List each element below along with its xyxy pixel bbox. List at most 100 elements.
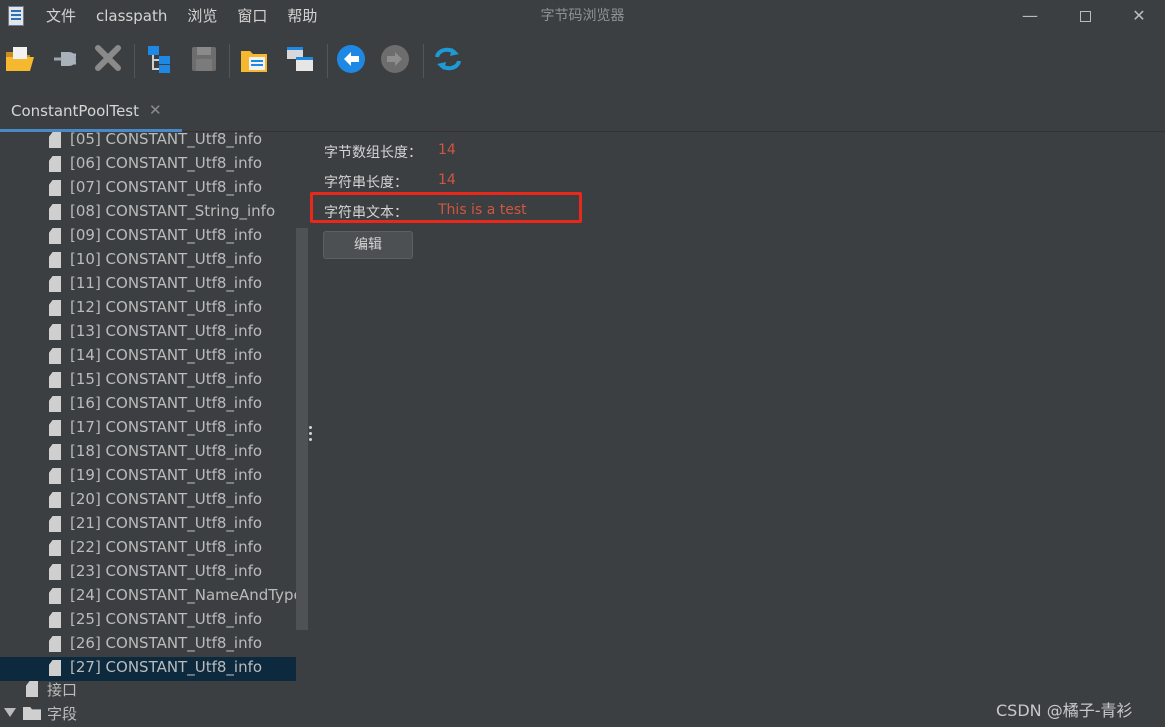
tree-node-constant[interactable]: [23] CONSTANT_Utf8_info <box>0 561 296 585</box>
tree-node-label: [27] CONSTANT_Utf8_info <box>70 658 263 676</box>
document-icon <box>49 444 61 460</box>
string-length-value: 14 <box>438 172 456 188</box>
back-button[interactable] <box>333 40 369 80</box>
document-icon <box>49 180 61 196</box>
tree-node-constant[interactable]: [20] CONSTANT_Utf8_info <box>0 489 296 513</box>
tree-hierarchy-button[interactable] <box>142 40 178 80</box>
tree-node-label: [17] CONSTANT_Utf8_info <box>70 418 263 436</box>
tree-node-constant[interactable]: [15] CONSTANT_Utf8_info <box>0 369 296 393</box>
back-arrow-icon <box>337 45 365 73</box>
folder-icon <box>23 707 41 720</box>
document-icon <box>26 681 38 697</box>
tree-node-constant[interactable]: [11] CONSTANT_Utf8_info <box>0 273 296 297</box>
open-file-button[interactable] <box>237 40 273 80</box>
tree-node-constant[interactable]: [06] CONSTANT_Utf8_info <box>0 153 296 177</box>
editor-tab-bar: ConstantPoolTest ✕ <box>0 92 1165 132</box>
document-icon <box>49 492 61 508</box>
tree-node-label: [13] CONSTANT_Utf8_info <box>70 322 263 340</box>
plugin-connect-button[interactable] <box>46 40 82 80</box>
tree-node-label: [22] CONSTANT_Utf8_info <box>70 538 263 556</box>
tree-node-constant[interactable]: [17] CONSTANT_Utf8_info <box>0 417 296 441</box>
close-window-button[interactable]: ✕ <box>1116 0 1162 32</box>
tree-node-label: [19] CONSTANT_Utf8_info <box>70 466 263 484</box>
expand-arrow-icon[interactable] <box>4 708 16 717</box>
tree-node-interfaces[interactable]: 接口 <box>0 678 296 702</box>
close-x-icon <box>95 45 121 71</box>
edit-button[interactable]: 编辑 <box>323 231 413 259</box>
tree-node-constant[interactable]: [05] CONSTANT_Utf8_info <box>0 132 296 153</box>
tree-node-constant[interactable]: [14] CONSTANT_Utf8_info <box>0 345 296 369</box>
tree-hierarchy-icon <box>148 46 170 73</box>
tree-node-constant[interactable]: [07] CONSTANT_Utf8_info <box>0 177 296 201</box>
title-bar: 文件 classpath 浏览 窗口 帮助 字节码浏览器 — ✕ <box>0 0 1165 32</box>
tree-node-label: [24] CONSTANT_NameAndType_info <box>70 586 296 604</box>
document-icon <box>49 588 61 604</box>
plugin-connect-icon <box>54 52 76 66</box>
tab-close-icon[interactable]: ✕ <box>149 101 162 119</box>
document-icon <box>49 276 61 292</box>
refresh-icon <box>435 47 461 71</box>
tree-node-constant[interactable]: [08] CONSTANT_String_info <box>0 201 296 225</box>
string-text-value: This is a test <box>438 202 527 218</box>
document-icon <box>49 396 61 412</box>
forward-button[interactable] <box>377 40 413 80</box>
tree-node-constant[interactable]: [12] CONSTANT_Utf8_info <box>0 297 296 321</box>
tree-node-constant[interactable]: [19] CONSTANT_Utf8_info <box>0 465 296 489</box>
document-icon <box>49 540 61 556</box>
toolbar-separator <box>327 44 328 78</box>
open-file-icon <box>241 51 267 72</box>
toolbar-separator <box>423 44 424 78</box>
tree-node-label: [08] CONSTANT_String_info <box>70 202 276 220</box>
document-icon <box>49 300 61 316</box>
window-layout-button[interactable] <box>282 40 318 80</box>
tree-node-label: [21] CONSTANT_Utf8_info <box>70 514 263 532</box>
save-disk-icon <box>192 47 216 71</box>
tree-node-constant[interactable]: [10] CONSTANT_Utf8_info <box>0 249 296 273</box>
toolbar-separator <box>134 44 135 78</box>
tree-node-constant[interactable]: [26] CONSTANT_Utf8_info <box>0 633 296 657</box>
tree-node-constant[interactable]: [22] CONSTANT_Utf8_info <box>0 537 296 561</box>
tree-node-fields[interactable]: 字段 <box>0 702 296 726</box>
document-icon <box>49 564 61 580</box>
forward-arrow-icon <box>381 45 409 73</box>
maximize-button[interactable] <box>1062 0 1108 32</box>
document-icon <box>49 372 61 388</box>
tree-node-constant[interactable]: [25] CONSTANT_Utf8_info <box>0 609 296 633</box>
byte-array-length-label: 字节数组长度： <box>324 145 422 161</box>
open-folder-button[interactable] <box>2 40 38 80</box>
class-structure-tree: [27] CONSTANT_Utf8_info [26] CONSTANT_Utf… <box>0 132 308 727</box>
document-icon <box>49 612 61 628</box>
document-icon <box>49 324 61 340</box>
document-icon <box>49 228 61 244</box>
save-button[interactable] <box>186 40 222 80</box>
close-item-button[interactable] <box>90 40 126 80</box>
tree-node-label: [05] CONSTANT_Utf8_info <box>70 132 263 148</box>
tree-node-label: [18] CONSTANT_Utf8_info <box>70 442 263 460</box>
tree-node-label: [11] CONSTANT_Utf8_info <box>70 274 263 292</box>
document-icon <box>49 348 61 364</box>
document-icon <box>49 420 61 436</box>
tree-node-label: [15] CONSTANT_Utf8_info <box>70 370 263 388</box>
toolbar <box>0 40 1165 82</box>
tab-constantpooltest[interactable]: ConstantPoolTest ✕ <box>0 92 182 132</box>
tree-node-constant[interactable]: [16] CONSTANT_Utf8_info <box>0 393 296 417</box>
watermark-text: CSDN @橘子-青衫 <box>996 701 1133 720</box>
document-icon <box>49 468 61 484</box>
tree-node-label: [26] CONSTANT_Utf8_info <box>70 634 263 652</box>
refresh-button[interactable] <box>430 40 466 80</box>
window-layout-icon <box>287 47 313 71</box>
tree-node-label: 接口 <box>47 681 78 699</box>
tree-node-label: [20] CONSTANT_Utf8_info <box>70 490 263 508</box>
tab-label: ConstantPoolTest <box>11 102 140 120</box>
tree-node-label: [06] CONSTANT_Utf8_info <box>70 154 263 172</box>
tree-scrollbar-thumb[interactable] <box>296 228 308 630</box>
tree-node-constant[interactable]: [09] CONSTANT_Utf8_info <box>0 225 296 249</box>
maximize-icon <box>1079 11 1091 22</box>
minimize-button[interactable]: — <box>1007 0 1053 32</box>
tree-node-constant[interactable]: [21] CONSTANT_Utf8_info <box>0 513 296 537</box>
tree-node-constant[interactable]: [13] CONSTANT_Utf8_info <box>0 321 296 345</box>
tree-node-label: [23] CONSTANT_Utf8_info <box>70 562 263 580</box>
tree-node-constant[interactable]: [24] CONSTANT_NameAndType_info <box>0 585 296 609</box>
tree-node-label: [12] CONSTANT_Utf8_info <box>70 298 263 316</box>
tree-node-constant[interactable]: [18] CONSTANT_Utf8_info <box>0 441 296 465</box>
